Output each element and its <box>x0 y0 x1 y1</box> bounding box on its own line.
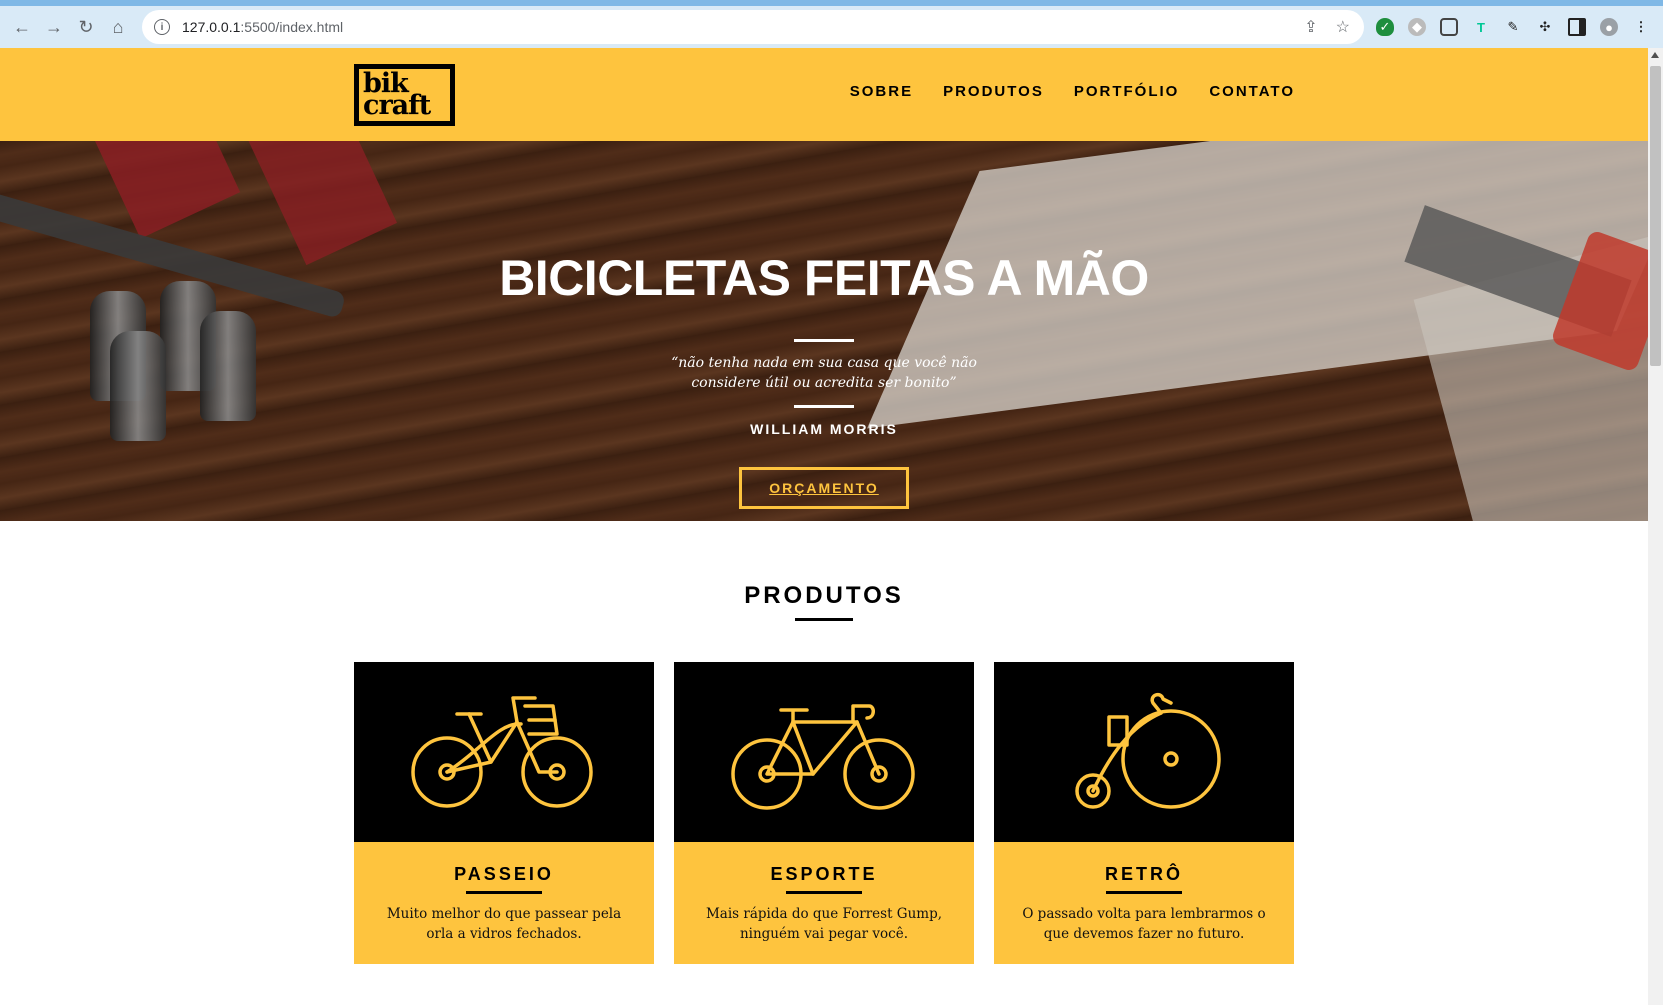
product-card-esporte[interactable]: ESPORTE Mais rápida do que Forrest Gump,… <box>674 662 974 964</box>
hero-content: BICICLETAS FEITAS A MÃO “não tenha nada … <box>0 141 1648 521</box>
nav-link-sobre[interactable]: SOBRE <box>850 83 913 100</box>
penny-farthing-icon <box>1075 692 1221 809</box>
card-divider <box>466 891 542 894</box>
extension-t-icon[interactable]: T <box>1472 18 1490 36</box>
hero-divider <box>794 339 854 342</box>
card-description: Mais rápida do que Forrest Gump, ninguém… <box>705 906 943 942</box>
extensions-puzzle-icon[interactable]: ✣ <box>1536 18 1554 36</box>
card-title: PASSEIO <box>454 864 554 884</box>
hero-quote-author: WILLIAM MORRIS <box>750 421 898 437</box>
nav-link-produtos[interactable]: PRODUTOS <box>943 83 1044 100</box>
card-divider <box>1106 891 1182 894</box>
site-info-icon[interactable]: i <box>154 19 170 35</box>
orcamento-button[interactable]: ORÇAMENTO <box>739 467 909 509</box>
nav-link-contato[interactable]: CONTATO <box>1209 83 1295 100</box>
address-bar[interactable]: i 127.0.0.1:5500/index.html ⇪ ☆ <box>142 10 1364 44</box>
eyedropper-icon[interactable]: ✎ <box>1504 18 1522 36</box>
home-icon[interactable]: ⌂ <box>102 11 134 43</box>
screenshot-extension-icon[interactable] <box>1440 18 1458 36</box>
forward-icon[interactable]: → <box>38 11 70 43</box>
side-panel-icon[interactable] <box>1568 18 1586 36</box>
browser-menu-icon[interactable]: ⋮ <box>1632 18 1650 36</box>
shield-extension-icon[interactable]: ✓ <box>1376 18 1394 36</box>
card-image <box>354 662 654 842</box>
road-bike-icon <box>731 704 915 810</box>
main-nav: SOBRE PRODUTOS PORTFÓLIO CONTATO <box>850 83 1295 100</box>
hero-quote: “não tenha nada em sua casa que você não… <box>671 355 977 391</box>
site-header: bik craft SOBRE PRODUTOS PORTFÓLIO CONTA… <box>0 48 1648 141</box>
browser-toolbar: ← → ↻ ⌂ i 127.0.0.1:5500/index.html ⇪ ☆ … <box>0 6 1663 48</box>
extension-badge-icon[interactable]: ◆ <box>1408 18 1426 36</box>
card-description: O passado volta para lembrarmos o que de… <box>1022 906 1266 942</box>
scrollbar-thumb[interactable] <box>1650 66 1661 366</box>
card-image <box>994 662 1294 842</box>
card-divider <box>786 891 862 894</box>
card-title: RETRÔ <box>1105 864 1183 884</box>
hero-divider <box>794 405 854 408</box>
city-bike-icon <box>411 696 593 808</box>
back-icon[interactable]: ← <box>6 11 38 43</box>
reload-icon[interactable]: ↻ <box>70 11 102 43</box>
share-icon[interactable]: ⇪ <box>1304 17 1317 37</box>
produtos-section-title: PRODUTOS <box>744 582 904 609</box>
product-card-passeio[interactable]: PASSEIO Muito melhor do que passear pela… <box>354 662 654 964</box>
card-body: ESPORTE Mais rápida do que Forrest Gump,… <box>674 842 974 964</box>
product-card-retro[interactable]: RETRÔ O passado volta para lembrarmos o … <box>994 662 1294 964</box>
card-body: RETRÔ O passado volta para lembrarmos o … <box>994 842 1294 964</box>
hero-title: BICICLETAS FEITAS A MÃO <box>499 250 1149 306</box>
section-divider <box>795 618 853 621</box>
page-scrollbar[interactable] <box>1648 48 1663 1005</box>
nav-link-portfolio[interactable]: PORTFÓLIO <box>1074 83 1180 100</box>
profile-avatar-icon[interactable]: ● <box>1600 18 1618 36</box>
card-title: ESPORTE <box>770 864 878 884</box>
scroll-up-arrow-icon[interactable] <box>1651 52 1659 58</box>
card-body: PASSEIO Muito melhor do que passear pela… <box>354 842 654 964</box>
card-description: Muito melhor do que passear pela orla a … <box>386 906 622 942</box>
produtos-cards: PASSEIO Muito melhor do que passear pela… <box>354 662 1294 964</box>
bikcraft-logo[interactable]: bik craft <box>354 64 455 126</box>
logo-text-line2: craft <box>363 90 431 121</box>
hero-banner: BICICLETAS FEITAS A MÃO “não tenha nada … <box>0 141 1648 521</box>
url-text: 127.0.0.1:5500/index.html <box>182 19 344 35</box>
bookmark-star-icon[interactable]: ☆ <box>1336 17 1350 37</box>
card-image <box>674 662 974 842</box>
